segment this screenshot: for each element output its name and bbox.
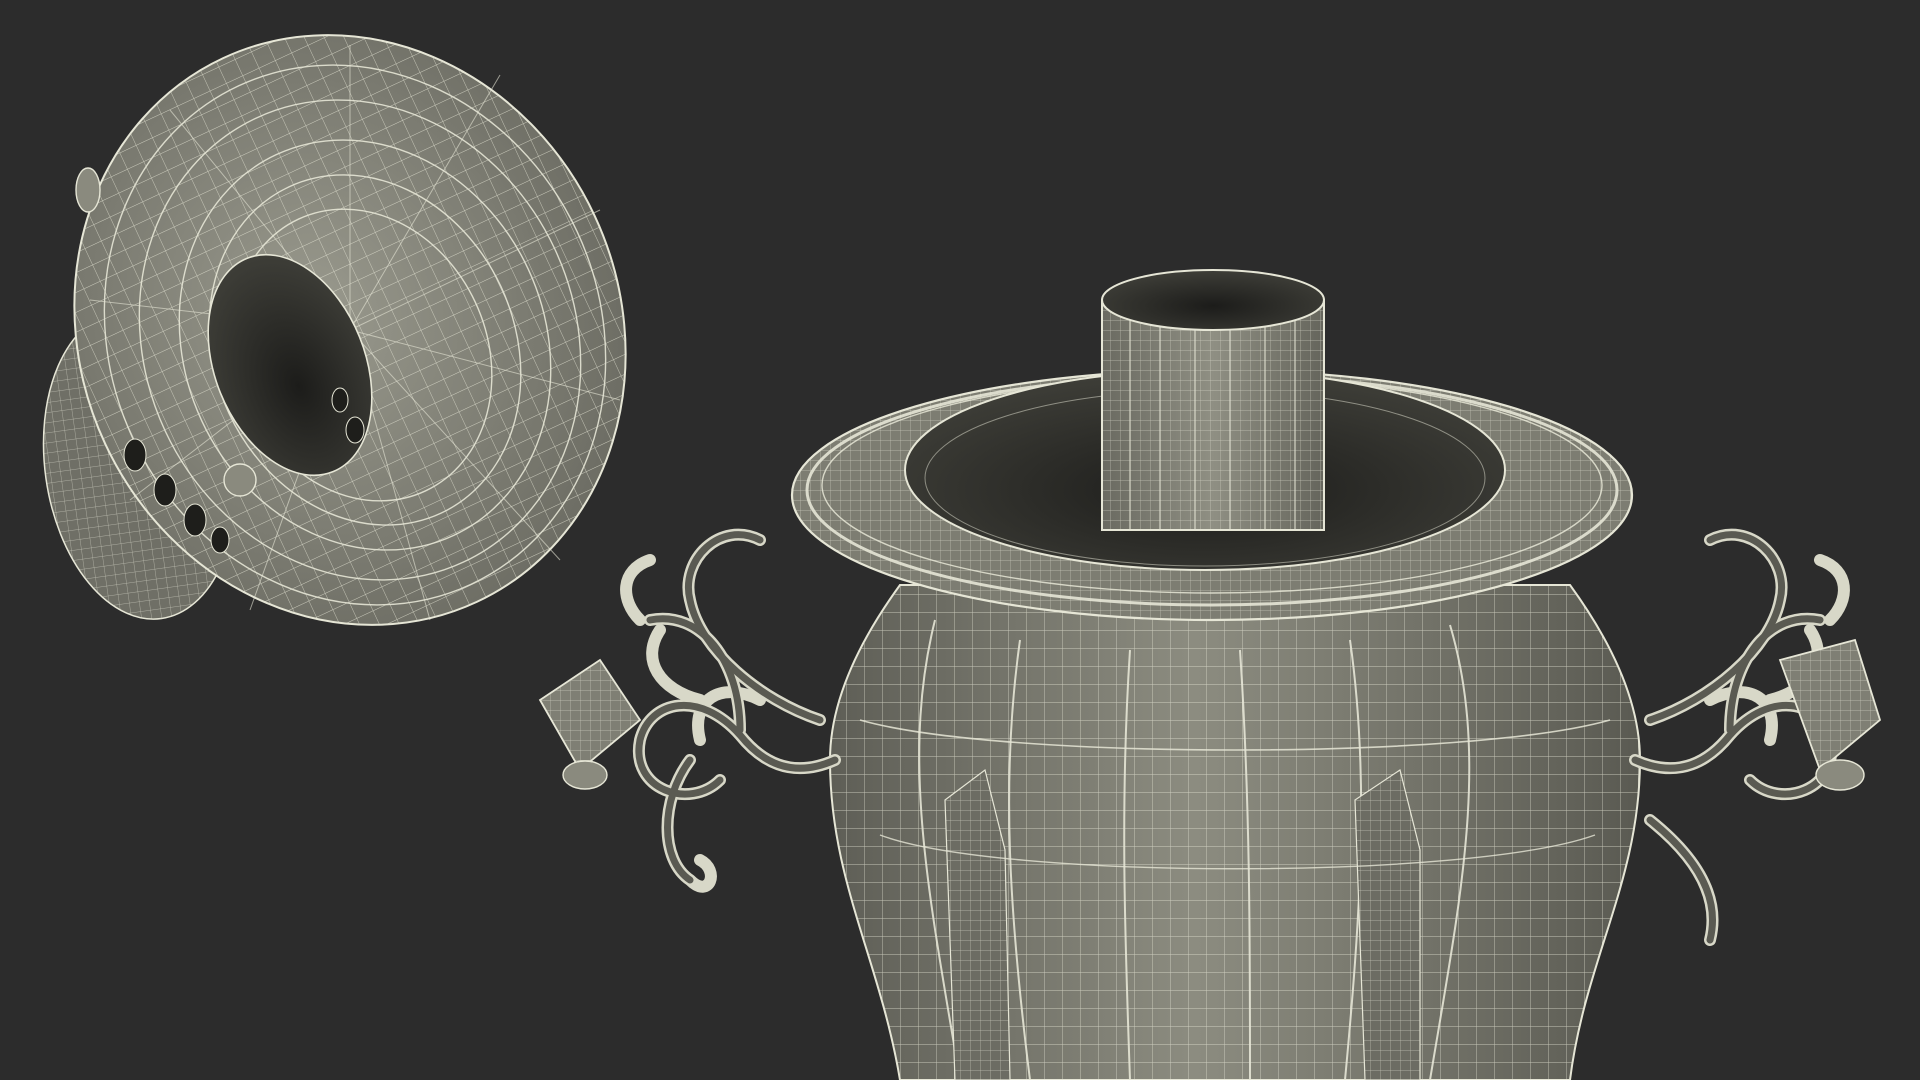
3d-viewport xyxy=(42,34,1882,1080)
left-ornate-handle-wireframe xyxy=(635,531,839,884)
left-handle-grip xyxy=(538,658,642,790)
chimney-pipe-wireframe xyxy=(1101,269,1325,531)
right-handle-grip xyxy=(1778,638,1882,791)
samovar-lid-wireframe xyxy=(42,34,627,626)
